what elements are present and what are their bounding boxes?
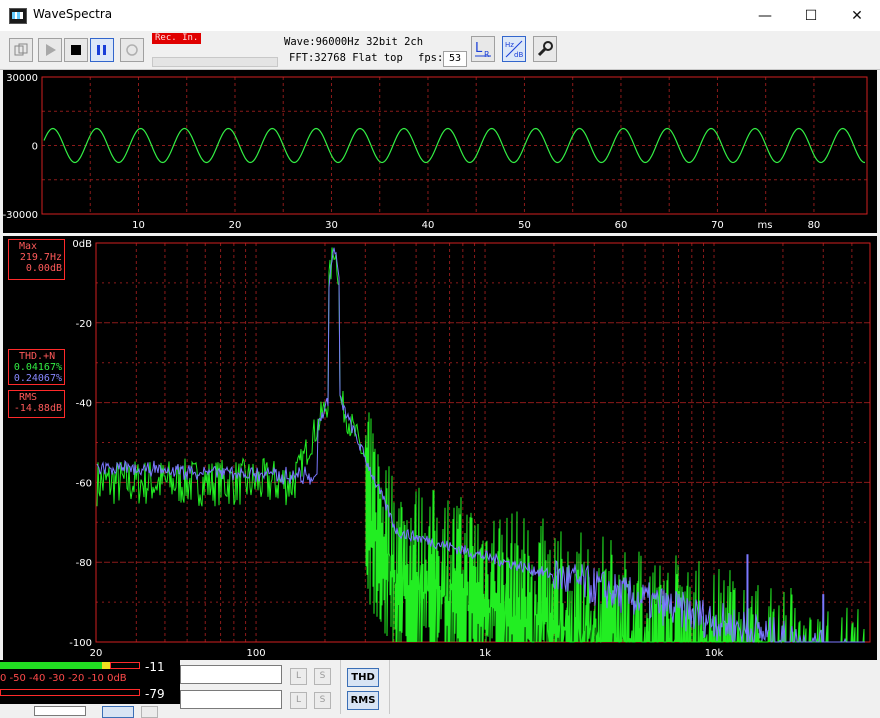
peak-r-value: -79 xyxy=(145,687,165,701)
position-slider[interactable] xyxy=(152,57,278,67)
minimize-button[interactable]: — xyxy=(742,0,788,31)
spectrum-trace-left xyxy=(96,247,865,644)
hz-db-button[interactable]: Hz dB xyxy=(502,36,526,62)
input-field-3[interactable] xyxy=(34,706,86,716)
wave-x-tick: 30 xyxy=(325,220,338,231)
pause-icon xyxy=(97,45,106,55)
window-title: WaveSpectra xyxy=(33,7,113,21)
wavespectra-window: WaveSpectra — ☐ ✕ Wave:96000Hz 32bit 2ch… xyxy=(0,0,880,718)
rms-value: -14.88dB xyxy=(13,403,62,414)
small-toggle-button[interactable] xyxy=(102,706,134,718)
svg-text:L: L xyxy=(475,41,483,56)
s-button-2[interactable]: S xyxy=(314,692,331,709)
max-level: 0.00dB xyxy=(25,263,62,274)
spectrum-y-tick: -40 xyxy=(76,399,92,410)
wave-y-tick-zero: 0 xyxy=(32,142,38,153)
fft-value: 32768 Flat top xyxy=(314,52,403,64)
wave-x-tick: 50 xyxy=(518,220,531,231)
lr-icon: LR xyxy=(475,41,491,59)
thd-left: 0.04167% xyxy=(13,362,62,373)
fps-value: 53 xyxy=(443,51,467,67)
maximize-button[interactable]: ☐ xyxy=(788,0,834,31)
svg-text:Hz: Hz xyxy=(505,41,514,49)
spectrum-y-tick: -100 xyxy=(69,638,92,649)
l-button-2[interactable]: L xyxy=(290,692,307,709)
bottom-bar: 0 -50 -40 -30 -20 -10 0dB -11 -79 L S L … xyxy=(0,660,880,718)
svg-text:R: R xyxy=(484,50,490,59)
small-button[interactable] xyxy=(141,706,158,718)
app-icon xyxy=(9,8,27,24)
spectrum-x-tick: 100 xyxy=(247,648,266,659)
input-field-2[interactable] xyxy=(180,690,282,709)
spectrum-y-tick: 0dB xyxy=(72,239,92,250)
wave-x-tick: 80 xyxy=(808,220,821,231)
lr-channel-button[interactable]: LR xyxy=(471,36,495,62)
level-meter-scale: 0 -50 -40 -30 -20 -10 0dB xyxy=(0,673,127,684)
svg-text:dB: dB xyxy=(514,51,523,59)
rec-in-badge: Rec. In. xyxy=(152,33,201,44)
waveform-panel[interactable]: 10 20 30 40 50 60 70 80 30000 0 -30000 ms xyxy=(3,70,877,233)
waveform-plot: 10 20 30 40 50 60 70 80 30000 0 -30000 ms xyxy=(3,73,868,231)
fft-label: FFT: xyxy=(289,52,315,64)
rms-readout: RMS -14.88dB xyxy=(8,390,65,418)
spectrum-y-tick: -80 xyxy=(76,558,92,569)
close-button[interactable]: ✕ xyxy=(834,0,880,31)
stop-button[interactable] xyxy=(64,38,88,62)
max-frequency: 219.7Hz xyxy=(19,252,62,263)
level-bar-l xyxy=(0,662,102,669)
wave-x-unit: ms xyxy=(758,220,773,231)
pause-button[interactable] xyxy=(90,38,114,62)
wave-y-tick-top: 30000 xyxy=(6,73,38,84)
level-meter: 0 -50 -40 -30 -20 -10 0dB -11 -79 xyxy=(0,660,180,704)
spectrum-x-tick: 20 xyxy=(90,648,103,659)
record-icon xyxy=(126,44,138,56)
fft-format: FFT:32768 Flat top xyxy=(289,52,403,64)
play-button[interactable] xyxy=(38,38,62,62)
title-bar: WaveSpectra — ☐ ✕ xyxy=(0,0,880,32)
thd-label: THD.+N xyxy=(19,351,56,362)
rms-label: RMS xyxy=(19,392,38,403)
stop-icon xyxy=(71,45,81,55)
thd-readout: THD.+N 0.04167% 0.24067% xyxy=(8,349,65,385)
spectrum-x-tick: 1k xyxy=(479,648,491,659)
wave-x-tick: 70 xyxy=(711,220,724,231)
wave-format: Wave:96000Hz 32bit 2ch xyxy=(284,36,423,48)
wave-label: Wave: xyxy=(284,36,316,48)
level-bar-r xyxy=(0,689,140,696)
l-button-1[interactable]: L xyxy=(290,668,307,685)
open-file-button[interactable] xyxy=(9,38,33,62)
settings-button[interactable] xyxy=(533,36,557,62)
wave-value: 96000Hz 32bit 2ch xyxy=(315,36,424,48)
wave-x-tick: 10 xyxy=(132,220,145,231)
spectrum-plot: 0dB -20 -40 -60 -80 -10020 100 1k 10k xyxy=(69,239,871,659)
s-button-1[interactable]: S xyxy=(314,668,331,685)
wave-y-tick-bottom: -30000 xyxy=(3,210,38,221)
level-bar-l-headroom xyxy=(110,662,140,669)
wave-x-tick: 20 xyxy=(229,220,242,231)
max-readout: Max 219.7Hz 0.00dB xyxy=(8,239,65,280)
fps-label: fps: xyxy=(418,52,444,64)
spectrum-panel[interactable]: 0dB -20 -40 -60 -80 -100 20 100 1k 10k Max 219.7H… xyxy=(3,236,877,660)
peak-l-value: -11 xyxy=(145,660,165,674)
spectrum-y-tick: -20 xyxy=(76,319,92,330)
wave-x-tick: 40 xyxy=(422,220,435,231)
max-label: Max xyxy=(19,241,38,252)
wrench-icon xyxy=(537,41,553,57)
record-button[interactable] xyxy=(120,38,144,62)
toolbar: Wave:96000Hz 32bit 2ch FFT:32768 Flat to… xyxy=(0,31,880,70)
wave-x-tick: 60 xyxy=(615,220,628,231)
input-field-1[interactable] xyxy=(180,665,282,684)
level-bar-l-peak xyxy=(102,662,110,669)
waveform-trace xyxy=(43,127,866,164)
rms-button[interactable]: RMS xyxy=(347,691,379,710)
play-icon xyxy=(46,44,56,56)
thd-button[interactable]: THD xyxy=(347,668,379,687)
wave-plot-border xyxy=(41,76,868,215)
spectrum-y-tick: -60 xyxy=(76,478,92,489)
hz-db-icon: HzdB xyxy=(505,40,523,59)
thd-right: 0.24067% xyxy=(13,373,62,384)
open-file-icon xyxy=(14,43,28,56)
spectrum-x-tick: 10k xyxy=(705,648,724,659)
